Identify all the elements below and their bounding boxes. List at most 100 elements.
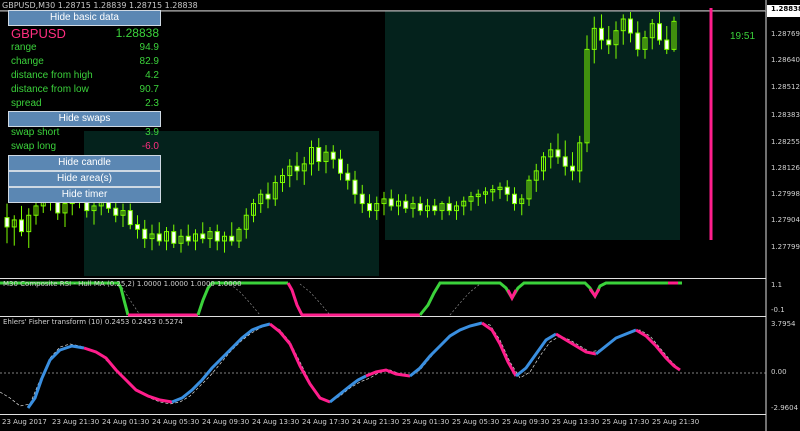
swap-short-label: swap short [11,127,60,138]
change-value: 82.9 [139,56,159,67]
fisher-blue-4 [409,321,483,378]
symbol-price: 1.28838 [115,26,159,40]
hull-green-3 [418,281,672,316]
chart-header: GBPUSD,M30 1.28715 1.28839 1.28715 1.288… [2,1,198,10]
change-label: change [11,56,44,67]
distance-high-value: 4.2 [145,70,159,81]
fisher-pink-4 [481,321,518,377]
distance-low-label: distance from low [11,84,89,95]
price-label: 1.28383 [771,111,800,119]
fisher-pink-6 [635,328,681,372]
spread-label: spread [11,98,42,109]
candle-body [338,158,343,174]
candle-body [570,165,575,172]
symbol-name: GBPUSD [11,26,66,41]
row-swap-long: swap long -6.0 [11,141,161,155]
hull-ma-title: M30 Composite RSI - Hull MA (0.25,2) 1.0… [3,280,242,288]
time-label: 24 Aug 09:30 [202,418,250,426]
fisher-subpanel [0,321,766,409]
candle-body [359,193,365,205]
candle-body [635,32,641,50]
fisher-blue-6 [595,328,637,356]
candle-body [214,231,220,242]
price-label: 1.27998 [771,190,800,198]
swap-short-value: 3.9 [145,127,159,138]
fisher-pink-2 [269,322,331,404]
hull-dashed-3 [299,283,331,316]
price-label: 1.27799 [771,243,800,251]
candle-body [446,203,452,212]
candle-body [19,219,24,233]
candle-body [135,224,140,230]
time-label: 24 Aug 21:30 [352,418,400,426]
hide-timer-button[interactable]: Hide timer [8,187,161,203]
candle-body [156,233,162,242]
time-label: 25 Aug 05:30 [452,418,500,426]
candle-body [606,39,612,46]
row-distance-low: distance from low 90.7 [11,84,161,98]
time-label: 24 Aug 17:30 [302,418,350,426]
candle-body [330,151,336,160]
fisher-level-high: 3.7954 [771,320,796,328]
fisher-title: Ehlers' Fisher transform (10) 0.2453 0.2… [3,318,183,326]
hide-basic-data-button[interactable]: Hide basic data [8,10,161,26]
time-label: 25 Aug 13:30 [552,418,600,426]
time-label: 23 Aug 2017 [2,418,47,426]
candle-body [562,156,568,167]
price-label: 1.28512 [771,83,800,91]
candle-body [352,179,358,195]
candle-body [367,203,372,212]
row-spread: spread 2.3 [11,98,161,112]
hide-areas-button[interactable]: Hide area(s) [8,171,161,187]
row-change: change 82.9 [11,56,161,70]
current-price-label: 1.28838 [771,5,800,13]
hull-pink-2 [286,282,420,317]
hide-swaps-button[interactable]: Hide swaps [8,111,161,127]
fisher-pink-1 [83,346,173,404]
price-label: 1.28255 [771,138,800,146]
swap-long-label: swap long [11,141,57,152]
candle-body [432,205,438,212]
hull-dashed-4 [449,283,481,316]
time-label: 25 Aug 09:30 [502,418,550,426]
candle-body [555,149,561,158]
time-label: 24 Aug 05:30 [152,418,200,426]
candle-body [127,210,133,226]
row-swap-short: swap short 3.9 [11,127,161,141]
candle-body [345,172,351,181]
time-label: 25 Aug 17:30 [602,418,650,426]
swap-long-value: -6.0 [141,141,159,152]
candle-body [171,231,177,244]
candle-body [664,39,670,50]
row-distance-high: distance from high 4.2 [11,70,161,84]
fisher-level-zero: 0.00 [771,368,787,376]
fisher-blue-3 [329,374,367,404]
distance-low-value: 90.7 [139,84,159,95]
symbol-row: GBPUSD 1.28838 [11,26,161,42]
time-label: 24 Aug 13:30 [252,418,300,426]
time-label: 25 Aug 21:30 [652,418,700,426]
range-label: range [11,42,37,53]
candle-body [504,186,510,195]
hull-dashed-2 [229,283,261,316]
candle-body [185,235,191,242]
hull-pink-3 [506,289,518,302]
hide-candle-button[interactable]: Hide candle [8,155,161,171]
candle-body [388,198,394,207]
time-label: 24 Aug 01:30 [102,418,150,426]
candle-body [599,27,604,41]
hull-level-high: 1.1 [771,281,783,289]
time-label: 25 Aug 01:30 [402,418,450,426]
candle-body [417,203,423,212]
candle-body [403,200,409,209]
spread-value: 2.3 [145,98,159,109]
candle-body [229,235,235,242]
candle-body [628,18,633,34]
price-label: 1.28126 [771,164,800,172]
price-label: 1.28769 [771,30,800,38]
candle-body [200,233,206,240]
candle-body [657,23,662,41]
candle-body [512,193,517,205]
candle-body [316,147,322,163]
fisher-blue-1 [26,344,85,409]
